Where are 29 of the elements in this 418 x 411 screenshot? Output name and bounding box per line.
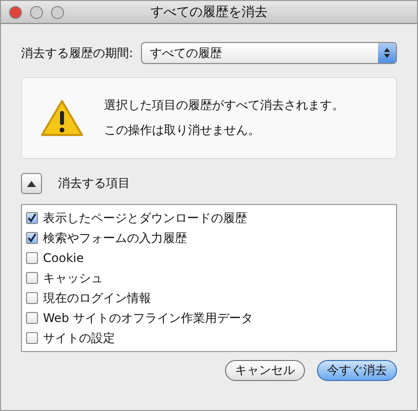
item-label: Cookie [43, 251, 84, 265]
checkbox[interactable] [26, 332, 38, 344]
close-button[interactable] [9, 6, 22, 18]
checkbox[interactable] [26, 312, 38, 324]
cancel-button[interactable]: キャンセル [225, 360, 305, 381]
triangle-icon [27, 180, 36, 186]
checkbox[interactable] [26, 252, 38, 264]
warning-text: この操作は取り消せません。 [104, 122, 261, 139]
checkbox[interactable] [26, 292, 38, 304]
checkbox[interactable] [26, 272, 38, 284]
item-label: 表示したページとダウンロードの履歴 [43, 210, 247, 226]
item-label: 現在のログイン情報 [43, 290, 151, 306]
window-title: すべての履歴を消去 [150, 4, 268, 21]
warning-icon [40, 99, 84, 137]
details-label: 消去する項目 [58, 175, 130, 192]
item-label: キャッシュ [43, 270, 103, 286]
item-label: Web サイトのオフライン作業用データ [43, 310, 253, 326]
item-label: サイトの設定 [43, 330, 115, 346]
checkbox[interactable] [26, 212, 38, 224]
clear-now-button[interactable]: 今すぐ消去 [317, 360, 397, 381]
zoom-button[interactable] [51, 6, 64, 18]
minimize-button[interactable] [30, 6, 43, 18]
checkbox[interactable] [26, 232, 38, 244]
warning-text: 選択した項目の履歴がすべて消去されます。 [104, 97, 344, 114]
period-label: 消去する履歴の期間: [21, 44, 134, 62]
stepper-icon [378, 43, 396, 63]
item-label: 検索やフォームの入力履歴 [43, 230, 187, 246]
details-toggle[interactable] [21, 173, 42, 194]
period-select[interactable]: すべての履歴 [141, 42, 397, 64]
